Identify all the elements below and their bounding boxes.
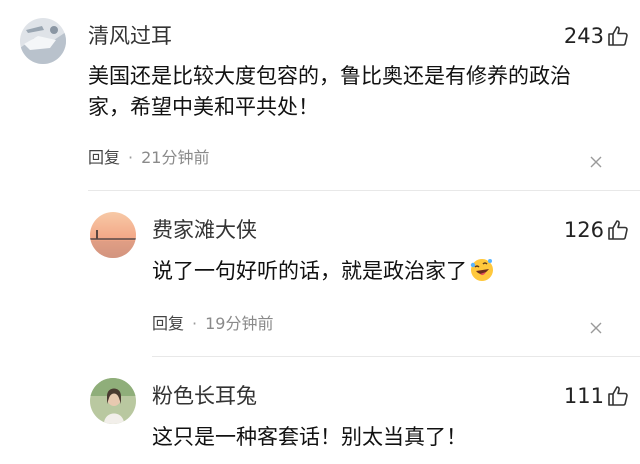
comment-meta: 回复 · 19分钟前	[152, 316, 273, 332]
divider	[88, 190, 640, 191]
reply-button[interactable]: 回复	[88, 148, 120, 167]
separator-dot: ·	[128, 148, 134, 167]
timestamp: 19分钟前	[205, 314, 274, 333]
laughing-crying-emoji-icon	[470, 259, 493, 281]
comment-text: 美国还是比较大度包容的，鲁比奥还是有修养的政治家，希望中美和平共处！	[88, 64, 571, 119]
thumbs-up-icon[interactable]	[606, 24, 630, 48]
username[interactable]: 粉色长耳兔	[152, 386, 257, 407]
avatar-fensechangertu[interactable]	[90, 378, 136, 424]
comment-text: 说了一句好听的话，就是政治家了	[152, 256, 592, 287]
avatar-qingfengguoer[interactable]	[20, 18, 66, 64]
comment-text-content: 说了一句好听的话，就是政治家了	[152, 259, 467, 283]
username[interactable]: 费家滩大侠	[152, 220, 257, 241]
timestamp: 21分钟前	[141, 148, 210, 167]
comment-text: 这只是一种客套话！别太当真了！	[152, 425, 467, 449]
close-icon[interactable]	[590, 156, 602, 168]
comment-meta: 回复 · 21分钟前	[88, 150, 209, 166]
like-count: 111	[563, 384, 604, 408]
username[interactable]: 清风过耳	[88, 26, 172, 47]
thumbs-up-icon[interactable]	[606, 384, 630, 408]
avatar-image	[90, 212, 136, 258]
reply-button[interactable]: 回复	[152, 314, 184, 333]
like-count: 126	[563, 218, 604, 242]
close-icon[interactable]	[590, 322, 602, 334]
avatar-feijiatandaxia[interactable]	[90, 212, 136, 258]
thumbs-up-icon[interactable]	[606, 218, 630, 242]
divider	[152, 356, 640, 357]
separator-dot: ·	[192, 314, 198, 333]
avatar-image	[90, 378, 136, 424]
like-count: 243	[563, 24, 604, 48]
avatar-image	[20, 18, 66, 64]
